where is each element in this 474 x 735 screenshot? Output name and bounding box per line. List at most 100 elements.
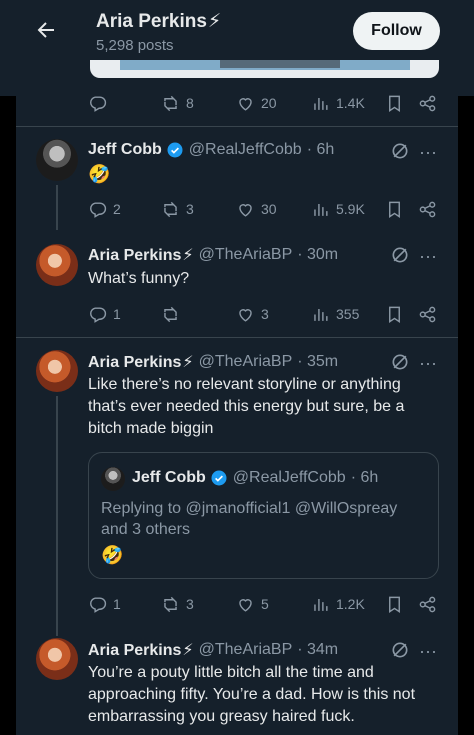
follow-button[interactable]: Follow — [353, 12, 440, 50]
view-count: 5.9K — [336, 201, 365, 217]
repost-count: 8 — [186, 95, 194, 111]
avatar[interactable] — [36, 244, 78, 286]
views-button[interactable]: 1.2K — [311, 593, 365, 615]
repost-icon — [164, 306, 177, 322]
share-icon — [419, 596, 436, 612]
divider — [16, 126, 458, 127]
tweet-text: What’s funny? — [88, 270, 190, 287]
views-icon — [314, 308, 328, 321]
grok-icon[interactable] — [390, 245, 410, 265]
share-button[interactable] — [418, 198, 437, 220]
profile-name-text: Aria Perkins — [96, 11, 207, 32]
bookmark-button[interactable] — [385, 198, 404, 220]
tweet-text: 🤣 — [88, 164, 111, 184]
reply-button[interactable]: 2 — [88, 198, 121, 220]
author-name[interactable]: Aria Perkins⚡ — [88, 352, 194, 372]
author-handle[interactable]: @TheAriaBP — [199, 641, 293, 659]
view-count: 1.2K — [336, 596, 365, 612]
tweet-time[interactable]: · 30m — [297, 246, 338, 264]
quoted-tweet[interactable]: Jeff Cobb @RealJeffCobb · 6h Replying to… — [88, 452, 439, 579]
author-handle[interactable]: @TheAriaBP — [199, 353, 293, 371]
reply-button[interactable]: 1 — [88, 303, 121, 325]
repost-button[interactable]: 3 — [161, 198, 194, 220]
view-count: 355 — [336, 306, 360, 322]
reply-button[interactable]: 1 — [88, 593, 121, 615]
like-button[interactable]: 5 — [236, 593, 269, 615]
share-button[interactable] — [418, 303, 437, 325]
reply-count: 1 — [113, 596, 121, 612]
tweet-author-line: Aria Perkins⚡ @TheAriaBP · 34m — [88, 640, 338, 660]
bookmark-button[interactable] — [385, 92, 404, 114]
post-count: 5,298 posts — [96, 37, 174, 54]
reply-icon — [90, 95, 107, 112]
tweet-time[interactable]: · 34m — [297, 641, 338, 659]
more-icon[interactable]: ··· — [418, 247, 438, 270]
tweet-author-line: Aria Perkins⚡ @TheAriaBP · 30m — [88, 245, 338, 265]
repost-count: 3 — [186, 201, 194, 217]
author-name[interactable]: Aria Perkins⚡ — [88, 245, 194, 265]
quoted-avatar — [101, 467, 125, 491]
quoted-tweet-time: · 6h — [350, 469, 379, 486]
action-bar: 8 20 1.4K — [88, 92, 440, 114]
verified-icon — [211, 470, 227, 486]
repost-button[interactable] — [161, 303, 186, 325]
views-button[interactable]: 355 — [311, 303, 359, 325]
back-arrow-icon[interactable] — [34, 18, 58, 42]
quoted-reply-context: Replying to @jmanofficial1 @WillOspreay … — [101, 500, 398, 538]
quoted-tweet-text: 🤣 — [101, 545, 124, 565]
share-button[interactable] — [418, 92, 437, 114]
author-name[interactable]: Aria Perkins⚡ — [88, 640, 194, 660]
thread-line — [56, 185, 58, 230]
like-count: 20 — [261, 95, 277, 111]
tweet-author-line: Jeff Cobb @RealJeffCobb · 6h — [88, 141, 334, 159]
embedded-media-image[interactable] — [90, 60, 439, 78]
verified-icon — [167, 142, 183, 158]
repost-icon — [164, 95, 177, 111]
view-count: 1.4K — [336, 95, 365, 111]
profile-header: Aria Perkins⚡ 5,298 posts Follow — [0, 0, 474, 96]
share-button[interactable] — [418, 593, 437, 615]
grok-icon[interactable] — [390, 352, 410, 372]
media-strip-dark — [220, 60, 340, 68]
thread-line — [56, 396, 58, 636]
bookmark-button[interactable] — [385, 303, 404, 325]
bookmark-button[interactable] — [385, 593, 404, 615]
grok-icon[interactable] — [390, 141, 410, 161]
views-button[interactable]: 1.4K — [311, 92, 365, 114]
author-handle[interactable]: @TheAriaBP — [199, 246, 293, 264]
avatar[interactable] — [36, 139, 78, 181]
app-frame: Aria Perkins⚡ 5,298 posts Follow 8 20 1.… — [0, 0, 474, 735]
like-button[interactable]: 20 — [236, 92, 277, 114]
repost-button[interactable]: 8 — [161, 92, 194, 114]
views-icon — [314, 203, 328, 216]
reply-count: 2 — [113, 201, 121, 217]
author-name-text: Aria Perkins — [88, 354, 182, 371]
bookmark-icon — [389, 306, 400, 323]
tweet-time[interactable]: · 35m — [297, 353, 338, 371]
views-icon — [314, 598, 328, 611]
repost-icon — [164, 201, 177, 217]
bookmark-icon — [389, 95, 400, 112]
like-button[interactable]: 30 — [236, 198, 277, 220]
author-name-text: Aria Perkins — [88, 642, 182, 659]
reply-icon — [90, 201, 107, 218]
like-button[interactable]: 3 — [236, 303, 269, 325]
author-name-text: Aria Perkins — [88, 247, 182, 264]
reply-button[interactable] — [88, 92, 107, 114]
repost-button[interactable]: 3 — [161, 593, 194, 615]
author-handle[interactable]: @RealJeffCobb — [189, 141, 302, 159]
avatar[interactable] — [36, 350, 78, 392]
author-name[interactable]: Jeff Cobb — [88, 141, 162, 159]
quoted-author-line: Jeff Cobb @RealJeffCobb · 6h — [132, 469, 378, 487]
quoted-author-name: Jeff Cobb — [132, 469, 206, 486]
avatar[interactable] — [36, 638, 78, 680]
like-icon — [239, 203, 252, 217]
tweet-time[interactable]: · 6h — [307, 141, 335, 159]
grok-icon[interactable] — [390, 640, 410, 660]
reply-icon — [90, 306, 107, 323]
views-button[interactable]: 5.9K — [311, 198, 365, 220]
lightning-emoji: ⚡ — [207, 11, 222, 32]
tweet-author-line: Aria Perkins⚡ @TheAriaBP · 35m — [88, 352, 338, 372]
bookmark-icon — [389, 596, 400, 613]
lightning-emoji: ⚡ — [182, 642, 194, 659]
